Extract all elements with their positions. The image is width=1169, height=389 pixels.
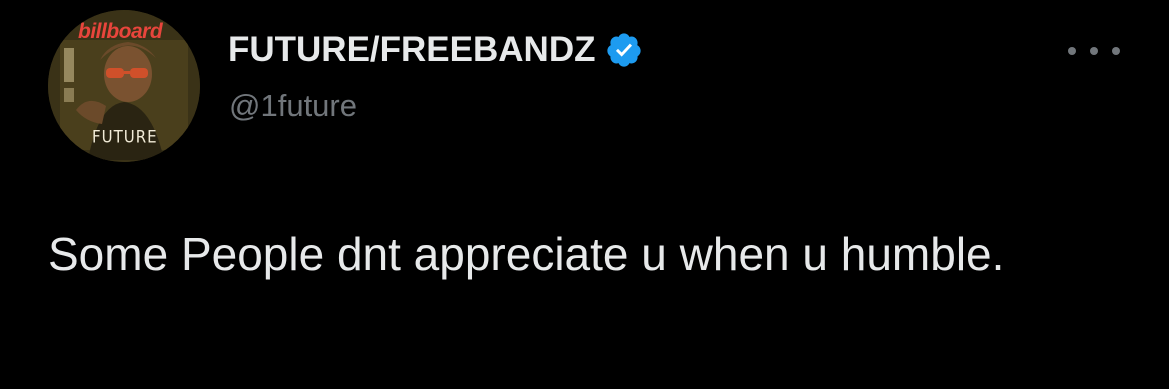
verified-badge-icon: [607, 33, 642, 67]
avatar-brand-text: billboard: [78, 20, 163, 43]
more-dot: [1112, 47, 1120, 55]
display-name[interactable]: FUTURE/FREEBANDZ: [228, 28, 595, 72]
author-handle[interactable]: @1future: [229, 86, 357, 126]
tweet: billboard FUTURE FUTURE/FREEBANDZ @1futu…: [0, 0, 1169, 389]
more-options-icon[interactable]: [1068, 36, 1120, 66]
tweet-text: Some People dnt appreciate u when u humb…: [48, 228, 1005, 280]
more-dot: [1090, 47, 1098, 55]
more-dot: [1068, 47, 1076, 55]
avatar[interactable]: billboard FUTURE: [48, 10, 200, 162]
avatar-cover-text: FUTURE: [92, 127, 158, 147]
author-name-row: FUTURE/FREEBANDZ: [228, 28, 643, 72]
